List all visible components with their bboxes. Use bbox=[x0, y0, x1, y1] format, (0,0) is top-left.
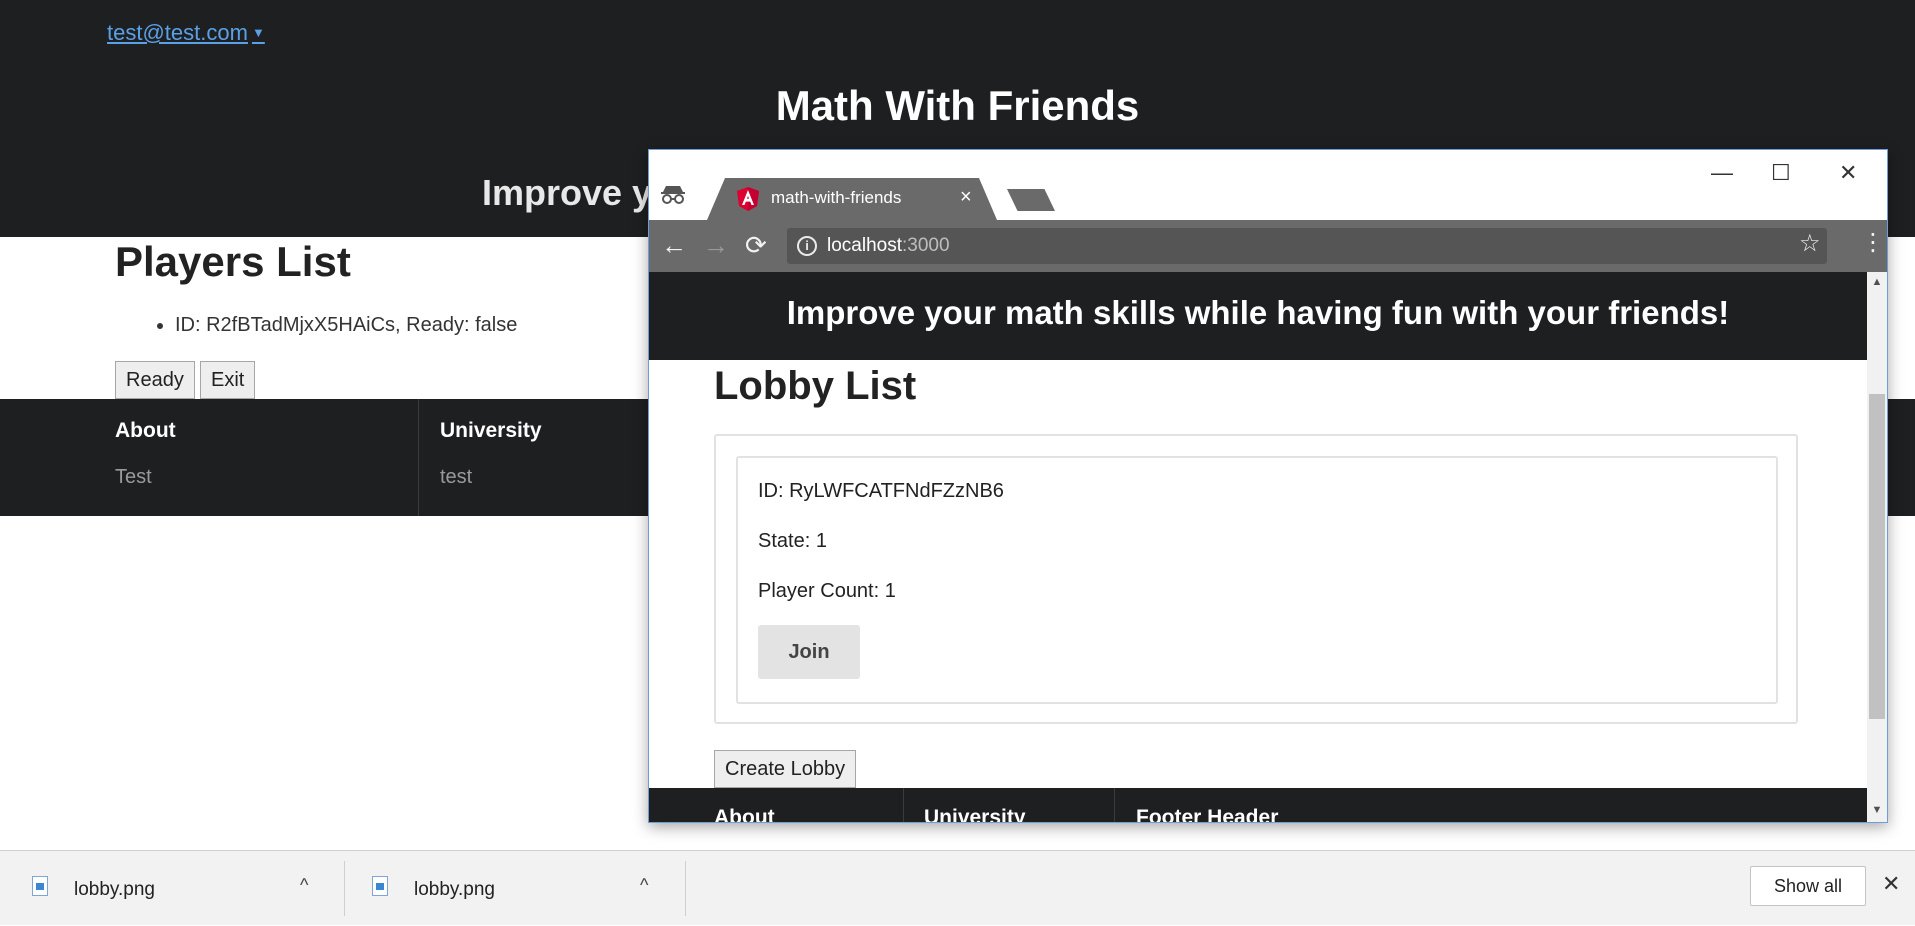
lobby-state: State: 1 bbox=[758, 530, 827, 552]
footer-heading-about: About bbox=[714, 806, 775, 823]
footer-heading-extra: Footer Header bbox=[1136, 806, 1279, 823]
page-scrollbar[interactable]: ▲ ▼ bbox=[1867, 272, 1887, 822]
player-item: ID: R2fBTadMjxX5HAiCs, Ready: false bbox=[175, 314, 517, 337]
url-host: localhost bbox=[827, 235, 902, 256]
footer-text: test bbox=[440, 466, 473, 488]
close-window-icon[interactable]: ✕ bbox=[1839, 160, 1857, 186]
show-all-button[interactable]: Show all bbox=[1750, 866, 1866, 906]
new-tab-button[interactable] bbox=[1007, 189, 1055, 211]
app-tagline: Improve your math skills while having fu… bbox=[786, 294, 1730, 331]
footer-text: Test bbox=[115, 466, 152, 488]
footer-heading: University bbox=[440, 419, 542, 442]
scrollbar-thumb[interactable] bbox=[1869, 394, 1885, 719]
footer-divider bbox=[418, 399, 419, 516]
maximize-icon[interactable]: ☐ bbox=[1771, 160, 1791, 186]
image-file-icon bbox=[32, 876, 48, 896]
players-list: ID: R2fBTadMjxX5HAiCs, Ready: false bbox=[155, 314, 517, 337]
app-header: Improve your math skills while having fu… bbox=[649, 272, 1867, 360]
tab-title: math-with-friends bbox=[771, 188, 902, 207]
lobby-list-panel: ID: RyLWFCATFNdFZzNB6 State: 1 Player Co… bbox=[714, 434, 1798, 724]
footer-divider bbox=[1114, 788, 1115, 822]
create-lobby-button[interactable]: Create Lobby bbox=[714, 750, 857, 788]
download-filename[interactable]: lobby.png bbox=[414, 879, 495, 901]
app-footer: About University Footer Header bbox=[649, 788, 1867, 823]
chevron-up-icon[interactable]: ^ bbox=[300, 875, 308, 896]
user-email[interactable]: test@test.com bbox=[107, 20, 248, 45]
close-downloads-icon[interactable]: ✕ bbox=[1882, 871, 1900, 897]
downloads-bar: lobby.png ^ lobby.png ^ Show all ✕ bbox=[0, 850, 1915, 925]
footer-divider bbox=[903, 788, 904, 822]
lobby-card: ID: RyLWFCATFNdFZzNB6 State: 1 Player Co… bbox=[736, 456, 1778, 704]
scroll-up-icon[interactable]: ▲ bbox=[1867, 276, 1887, 288]
footer-heading-university: University bbox=[924, 806, 1026, 823]
back-arrow-icon[interactable]: ← bbox=[661, 230, 687, 260]
ready-button[interactable]: Ready bbox=[115, 361, 195, 399]
address-bar[interactable]: i localhost:3000 bbox=[787, 228, 1827, 264]
url-port: :3000 bbox=[902, 235, 950, 256]
tab-close-icon[interactable]: × bbox=[960, 186, 972, 209]
user-menu-link[interactable]: test@test.com ▼ bbox=[107, 20, 265, 46]
browser-window: math-with-friends × — ☐ ✕ ← → ⟳ i localh… bbox=[648, 149, 1888, 823]
download-item[interactable]: lobby.png ^ bbox=[0, 851, 340, 926]
site-tagline: Improve yo bbox=[482, 172, 675, 213]
download-filename[interactable]: lobby.png bbox=[74, 879, 155, 901]
join-button[interactable]: Join bbox=[758, 625, 860, 679]
scroll-down-icon[interactable]: ▼ bbox=[1867, 804, 1887, 816]
download-item[interactable]: lobby.png ^ bbox=[340, 851, 680, 926]
info-icon[interactable]: i bbox=[797, 236, 817, 256]
bookmark-star-icon[interactable]: ☆ bbox=[1799, 229, 1821, 258]
lobby-list-title: Lobby List bbox=[714, 364, 917, 408]
incognito-icon bbox=[661, 186, 685, 204]
browser-menu-icon[interactable]: ⋮ bbox=[1861, 230, 1885, 256]
caret-down-icon[interactable]: ▼ bbox=[252, 25, 265, 40]
title-bar: math-with-friends × — ☐ ✕ bbox=[649, 150, 1887, 220]
browser-tab[interactable]: math-with-friends × bbox=[707, 178, 997, 220]
exit-button[interactable]: Exit bbox=[200, 361, 256, 399]
footer-heading: About bbox=[115, 419, 176, 442]
browser-toolbar: ← → ⟳ i localhost:3000 ☆ ⋮ bbox=[649, 220, 1887, 272]
image-file-icon bbox=[372, 876, 388, 896]
lobby-player-count: Player Count: 1 bbox=[758, 580, 896, 602]
reload-icon[interactable]: ⟳ bbox=[745, 230, 767, 260]
forward-arrow-icon[interactable]: → bbox=[703, 230, 729, 260]
players-list-title: Players List bbox=[115, 238, 351, 285]
minimize-icon[interactable]: — bbox=[1711, 160, 1733, 186]
page-viewport: Improve your math skills while having fu… bbox=[649, 272, 1867, 823]
url-text[interactable]: localhost:3000 bbox=[827, 235, 950, 257]
lobby-id: ID: RyLWFCATFNdFZzNB6 bbox=[758, 480, 1004, 502]
chevron-up-icon[interactable]: ^ bbox=[640, 875, 648, 896]
site-title: Math With Friends bbox=[775, 82, 1140, 129]
angular-logo-icon bbox=[737, 187, 759, 211]
download-divider bbox=[685, 861, 686, 916]
